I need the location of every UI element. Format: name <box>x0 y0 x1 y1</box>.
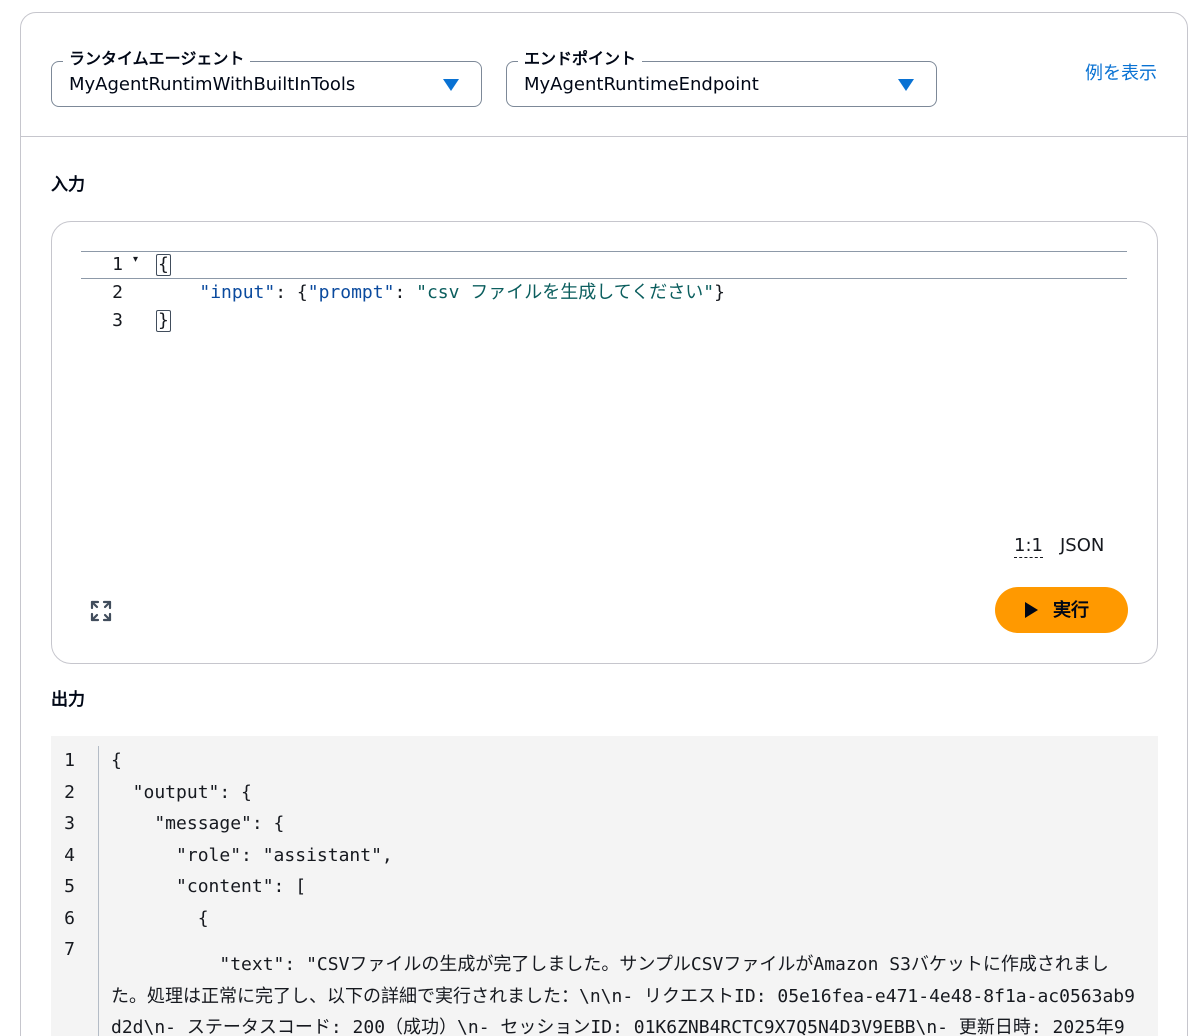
line-code: "message": { <box>111 813 285 834</box>
input-section-title: 入力 <box>51 175 85 195</box>
line-number: 3 <box>64 813 75 834</box>
editor-line[interactable]: 1 ▾ { <box>81 251 1127 279</box>
card-header: MyAgentRuntimWithBuiltInTools ランタイムエージェン… <box>21 13 1187 137</box>
line-number: 2 <box>64 781 75 803</box>
line-number: 4 <box>64 844 75 866</box>
line-code: "input": {"prompt": "csv ファイルを生成してください"} <box>156 282 725 304</box>
run-button[interactable]: 実行 <box>995 587 1128 633</box>
line-number: 5 <box>64 876 75 897</box>
line-number: 1 <box>64 750 75 771</box>
line-code: { <box>111 907 209 929</box>
line-number: 7 <box>64 939 75 960</box>
line-number: 3 <box>112 310 123 331</box>
output-line: 5 "content": [ <box>51 872 1158 904</box>
language-mode-label: JSON <box>1060 535 1105 556</box>
runtime-agent-value: MyAgentRuntimWithBuiltInTools <box>69 74 356 95</box>
endpoint-value: MyAgentRuntimeEndpoint <box>524 74 759 95</box>
run-button-label: 実行 <box>1053 600 1089 620</box>
json-key: "prompt" <box>307 282 395 303</box>
matched-bracket: { <box>156 254 171 276</box>
matched-bracket: } <box>156 310 171 332</box>
line-code: "content": [ <box>111 876 307 897</box>
line-code: { <box>111 750 122 771</box>
runtime-agent-label: ランタイムエージェント <box>63 48 251 70</box>
fold-triangle-icon[interactable]: ▾ <box>133 253 138 267</box>
output-section-title: 出力 <box>51 690 85 710</box>
expand-icon[interactable] <box>90 600 112 622</box>
output-line: 1 { <box>51 746 1158 778</box>
input-code-editor[interactable]: 1 ▾ { 2 "input": {"prompt": "csv ファイルを生成… <box>51 221 1158 664</box>
output-code-viewer[interactable]: 1 { 2 "output": { 3 "message": { 4 "role… <box>51 736 1158 1036</box>
caret-down-icon <box>443 79 459 91</box>
output-text-line: "text": "CSVファイルの生成が完了しました。サンプルCSVファイルがA… <box>111 954 1135 1036</box>
editor-line[interactable]: 2 "input": {"prompt": "csv ファイルを生成してください… <box>81 279 1127 307</box>
json-punct: : { <box>275 282 308 303</box>
line-code: } <box>156 310 171 332</box>
line-code: "output": { <box>111 781 252 803</box>
line-number: 2 <box>112 282 123 303</box>
endpoint-label: エンドポイント <box>518 48 643 70</box>
editor-line[interactable]: 3 } <box>81 307 1127 335</box>
caret-down-icon <box>898 79 914 91</box>
cursor-position-indicator[interactable]: 1:1 <box>1014 535 1043 558</box>
line-number: 6 <box>64 907 75 929</box>
line-code: { <box>156 254 171 276</box>
output-line: 6 { <box>51 904 1158 936</box>
show-examples-link[interactable]: 例を表示 <box>1085 62 1157 86</box>
json-punct: } <box>714 282 725 303</box>
line-code: "role": "assistant", <box>111 844 393 866</box>
json-string: "csv ファイルを生成してください" <box>416 282 715 303</box>
output-line: 3 "message": { <box>51 809 1158 841</box>
endpoint-select[interactable]: MyAgentRuntimeEndpoint エンドポイント <box>506 48 937 107</box>
output-line: 2 "output": { <box>51 778 1158 810</box>
play-icon <box>1025 602 1038 618</box>
line-number: 1 <box>112 254 123 275</box>
json-punct: : <box>394 282 417 303</box>
runtime-agent-select[interactable]: MyAgentRuntimWithBuiltInTools ランタイムエージェン… <box>51 48 482 107</box>
output-line: 4 "role": "assistant", <box>51 841 1158 873</box>
json-key: "input" <box>199 282 276 303</box>
agent-runtime-test-card: MyAgentRuntimWithBuiltInTools ランタイムエージェン… <box>20 12 1188 1036</box>
